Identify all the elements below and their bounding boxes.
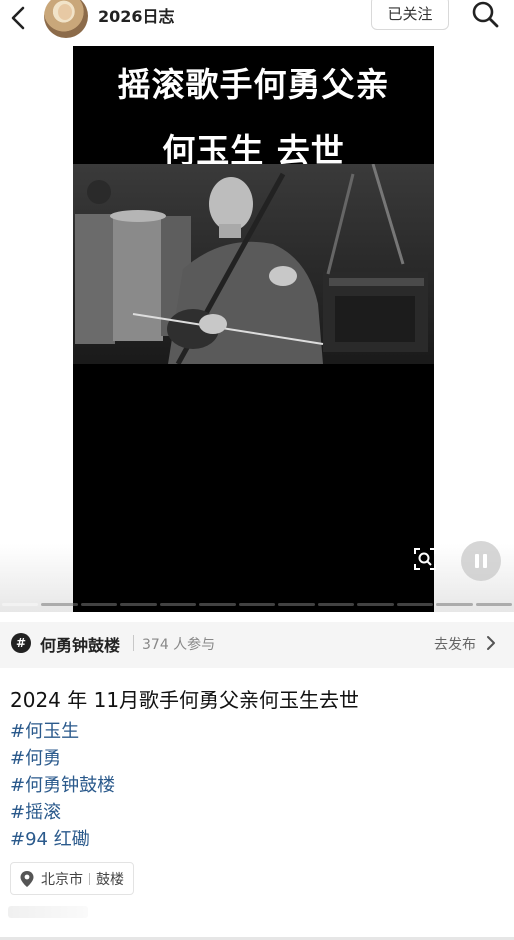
location-city: 北京市 <box>41 871 83 888</box>
pause-button[interactable] <box>461 541 501 581</box>
publish-link[interactable]: 去发布 <box>434 634 476 654</box>
chevron-right-icon[interactable] <box>484 634 498 652</box>
hashtag-list: #何玉生 #何勇 #何勇钟鼓楼 #摇滚 #94 红磡 <box>10 718 115 853</box>
topic-bar[interactable]: # 何勇钟鼓楼 374 人参与 去发布 <box>0 622 514 668</box>
progress-segment <box>396 603 434 606</box>
search-icon[interactable] <box>470 0 500 30</box>
topic-icon: # <box>11 633 31 653</box>
avatar-face <box>58 4 72 20</box>
progress-segment <box>41 603 78 606</box>
faded-placeholder <box>8 906 88 918</box>
video-player[interactable]: 摇滚歌手何勇父亲 何玉生 去世 <box>73 46 434 612</box>
hashtag-link[interactable]: #摇滚 <box>10 799 115 826</box>
divider <box>89 872 90 885</box>
follow-button[interactable]: 已关注 <box>371 0 449 30</box>
video-caption-line1: 摇滚歌手何勇父亲 <box>117 65 390 104</box>
progress-segment <box>199 603 236 606</box>
progress-segment <box>2 603 39 606</box>
progress-segment <box>436 603 473 606</box>
progress-segment <box>317 603 355 606</box>
topic-participants: 374 人参与 <box>142 637 216 653</box>
top-bar: 2026日志 已关注 <box>0 0 514 44</box>
avatar[interactable] <box>44 0 88 38</box>
post-title: 2024 年 11月歌手何勇父亲何玉生去世 <box>10 688 360 712</box>
progress-segment <box>357 603 394 606</box>
progress-segment <box>278 603 315 606</box>
location-chip[interactable]: 北京市 鼓楼 <box>10 862 134 895</box>
video-area[interactable]: 摇滚歌手何勇父亲 何玉生 去世 <box>0 44 514 612</box>
progress-segment <box>159 603 197 606</box>
progress-segment <box>238 603 276 606</box>
video-still-image <box>73 164 434 364</box>
pause-icon <box>475 554 479 568</box>
hashtag-link[interactable]: #何勇钟鼓楼 <box>10 772 115 799</box>
scan-icon[interactable] <box>412 546 438 572</box>
hashtag-link[interactable]: #94 红磡 <box>10 826 115 853</box>
progress-segment <box>475 603 513 606</box>
pause-icon <box>483 554 487 568</box>
hashtag-link[interactable]: #何勇 <box>10 745 115 772</box>
account-name[interactable]: 2026日志 <box>98 3 175 27</box>
progress-segment <box>80 603 118 606</box>
location-place: 鼓楼 <box>96 871 124 888</box>
location-pin-icon <box>20 870 34 887</box>
topic-name[interactable]: 何勇钟鼓楼 <box>40 632 120 656</box>
back-icon[interactable] <box>6 5 32 31</box>
hashtag-link[interactable]: #何玉生 <box>10 718 115 745</box>
divider <box>133 635 134 651</box>
progress-segment <box>120 603 157 606</box>
video-progress-bar[interactable] <box>0 603 514 607</box>
